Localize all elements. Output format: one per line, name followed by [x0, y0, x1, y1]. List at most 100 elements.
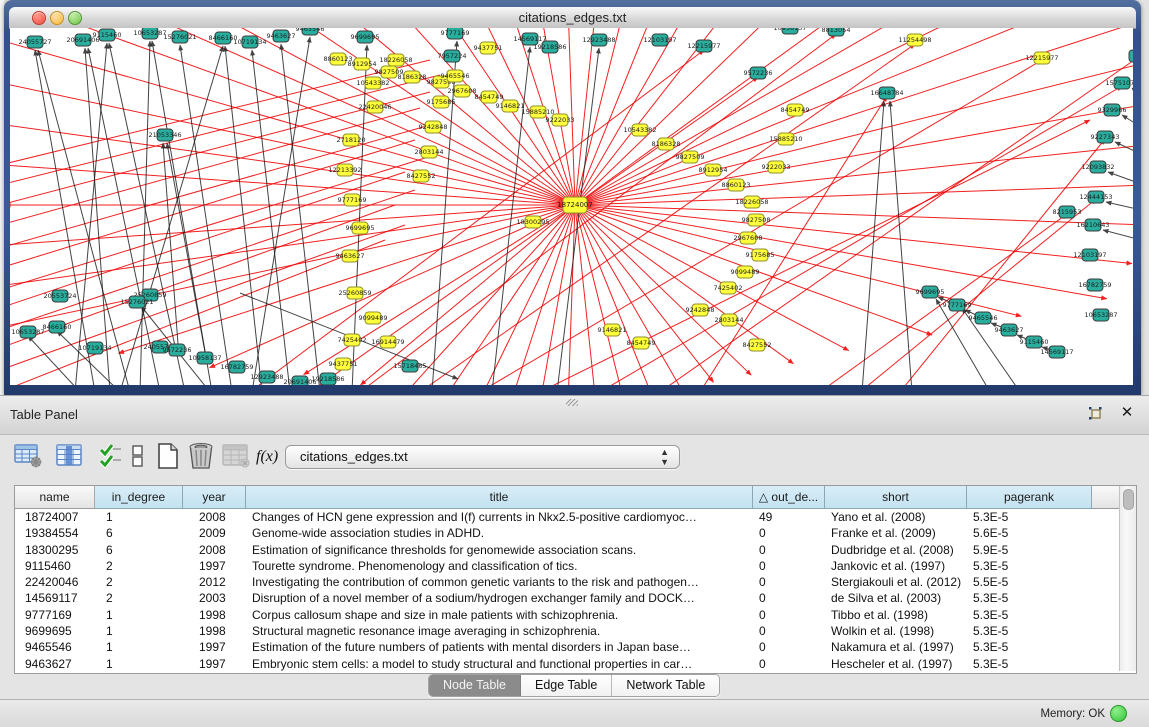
- table-cell[interactable]: 2009: [183, 525, 246, 541]
- graph-node[interactable]: 12215977: [687, 40, 720, 52]
- column-header-out_de[interactable]: △ out_de...: [753, 486, 825, 509]
- table-cell[interactable]: 0: [753, 623, 825, 639]
- column-header-year[interactable]: year: [183, 486, 246, 509]
- table-settings-button[interactable]: [14, 441, 44, 473]
- graph-node[interactable]: 15276021: [120, 296, 153, 308]
- table-cell[interactable]: Corpus callosum shape and size in male p…: [246, 607, 753, 623]
- show-columns-button[interactable]: [56, 441, 84, 473]
- graph-node[interactable]: 9572236: [744, 67, 773, 79]
- column-header-in_degree[interactable]: in_degree: [95, 486, 183, 509]
- table-cell[interactable]: 1: [95, 656, 183, 672]
- graph-node[interactable]: 20553724: [43, 290, 76, 302]
- graph-node[interactable]: 9463627: [267, 30, 296, 42]
- graph-node[interactable]: 9463627: [995, 324, 1024, 336]
- table-cell[interactable]: 0: [753, 525, 825, 541]
- float-panel-icon[interactable]: [1087, 405, 1105, 423]
- table-cell[interactable]: 5.3E-5: [967, 639, 1092, 655]
- table-cell[interactable]: 1: [95, 623, 183, 639]
- graph-node[interactable]: 24055727: [18, 36, 51, 48]
- table-cell[interactable]: 1998: [183, 607, 246, 623]
- table-cell[interactable]: 5.3E-5: [967, 590, 1092, 606]
- graph-node[interactable]: 2803144: [415, 146, 444, 158]
- import-table-button-disabled[interactable]: [222, 441, 252, 473]
- graph-node[interactable]: 9463627: [336, 250, 365, 262]
- graph-node[interactable]: 10958137: [773, 28, 806, 34]
- graph-node[interactable]: 9699695: [346, 222, 375, 234]
- table-cell[interactable]: Investigating the contribution of common…: [246, 574, 753, 590]
- table-row[interactable]: 946554611997Estimation of the future num…: [15, 639, 1119, 655]
- graph-node[interactable]: 16914479: [371, 336, 404, 348]
- graph-node[interactable]: 8454749: [781, 104, 810, 116]
- graph-node[interactable]: 9465546: [296, 28, 325, 35]
- table-cell[interactable]: 2: [95, 574, 183, 590]
- table-cell[interactable]: 5.3E-5: [967, 656, 1092, 672]
- graph-node[interactable]: 14569117: [1040, 346, 1073, 358]
- scrollbar-thumb[interactable]: [1123, 489, 1134, 510]
- table-cell[interactable]: 22420046: [15, 574, 95, 590]
- table-cell[interactable]: Jankovic et al. (1997): [825, 558, 967, 574]
- table-cell[interactable]: 5.3E-5: [967, 509, 1092, 525]
- table-cell[interactable]: 18724007: [15, 509, 95, 525]
- table-cell[interactable]: Nakamura et al. (1997): [825, 639, 967, 655]
- table-row[interactable]: 977716911998Corpus callosum shape and si…: [15, 607, 1119, 623]
- graph-node[interactable]: 9099489: [731, 266, 760, 278]
- table-cell[interactable]: 9115460: [15, 558, 95, 574]
- graph-node[interactable]: 9572236: [163, 344, 192, 356]
- table-cell[interactable]: 1997: [183, 656, 246, 672]
- graph-node[interactable]: 16782759: [220, 361, 253, 373]
- graph-node[interactable]: 16210643: [1076, 219, 1109, 231]
- graph-node[interactable]: 12093832: [1081, 161, 1114, 173]
- graph-node[interactable]: 9699695: [351, 31, 380, 43]
- graph-node[interactable]: 16648784: [870, 87, 903, 99]
- table-cell[interactable]: 2: [95, 558, 183, 574]
- graph-node[interactable]: 9146821: [496, 100, 525, 112]
- table-cell[interactable]: 0: [753, 542, 825, 558]
- graph-node[interactable]: 9827508: [742, 214, 771, 226]
- table-cell[interactable]: 6: [95, 542, 183, 558]
- table-source-dropdown[interactable]: citations_edges.txt ▲▼: [285, 445, 680, 469]
- table-cell[interactable]: 2012: [183, 574, 246, 590]
- graph-node[interactable]: 10543382: [623, 124, 656, 136]
- graph-node[interactable]: 9437751: [474, 42, 503, 54]
- graph-node[interactable]: 8186328: [398, 71, 427, 83]
- table-row[interactable]: 969969511998Structural magnetic resonanc…: [15, 623, 1119, 639]
- table-cell[interactable]: 0: [753, 656, 825, 672]
- column-header-name[interactable]: name: [15, 486, 95, 509]
- table-cell[interactable]: Franke et al. (2009): [825, 525, 967, 541]
- table-row[interactable]: 911546021997Tourette syndrome. Phenomeno…: [15, 558, 1119, 574]
- graph-node[interactable]: 10653287: [11, 326, 44, 338]
- graph-node[interactable]: 9777169: [441, 28, 470, 39]
- table-cell[interactable]: Changes of HCN gene expression and I(f) …: [246, 509, 753, 525]
- graph-node[interactable]: 15751074: [1105, 77, 1133, 89]
- graph-node[interactable]: 18226058: [735, 196, 768, 208]
- graph-node[interactable]: 9115460: [1020, 336, 1049, 348]
- graph-node[interactable]: 9242848: [686, 304, 715, 316]
- table-cell[interactable]: 19384554: [15, 525, 95, 541]
- graph-node[interactable]: 9222033: [546, 114, 575, 126]
- column-header-short[interactable]: short: [825, 486, 967, 509]
- table-row[interactable]: 1830029562008Estimation of significance …: [15, 542, 1119, 558]
- table-cell[interactable]: Estimation of the future numbers of pati…: [246, 639, 753, 655]
- table-cell[interactable]: 5.3E-5: [967, 607, 1092, 623]
- memory-status-indicator[interactable]: [1110, 705, 1127, 722]
- table-cell[interactable]: Tourette syndrome. Phenomenology and cla…: [246, 558, 753, 574]
- table-cell[interactable]: 0: [753, 558, 825, 574]
- graph-node[interactable]: 19218586: [533, 41, 566, 53]
- graph-node[interactable]: 8427552: [407, 170, 436, 182]
- graph-node[interactable]: 9227343: [1091, 131, 1120, 143]
- tab-node-table[interactable]: Node Table: [429, 675, 521, 696]
- table-cell[interactable]: 49: [753, 509, 825, 525]
- graph-node[interactable]: 9329966: [1098, 104, 1127, 116]
- table-cell[interactable]: 5.3E-5: [967, 558, 1092, 574]
- unselect-all-button[interactable]: [130, 441, 146, 473]
- function-builder-button[interactable]: f(x): [256, 441, 278, 473]
- graph-node[interactable]: 9099489: [359, 312, 388, 324]
- table-cell[interactable]: Yano et al. (2008): [825, 509, 967, 525]
- table-cell[interactable]: 9699695: [15, 623, 95, 639]
- graph-node[interactable]: 25260859: [338, 287, 371, 299]
- graph-node[interactable]: 10543382: [356, 77, 389, 89]
- graph-node[interactable]: 18300295: [516, 216, 549, 228]
- graph-node[interactable]: 9175685: [427, 96, 456, 108]
- table-cell[interactable]: 5.3E-5: [967, 623, 1092, 639]
- graph-node[interactable]: 15276021: [163, 31, 196, 43]
